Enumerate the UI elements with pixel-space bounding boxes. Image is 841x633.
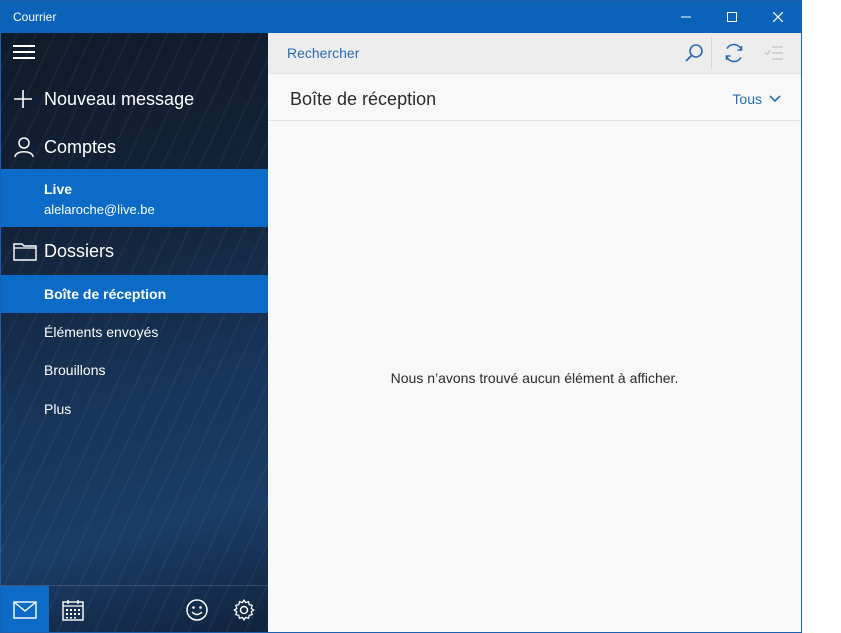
folder-label: Plus <box>44 401 72 417</box>
search-bar: Rechercher <box>268 33 801 74</box>
select-mode-icon <box>764 46 783 60</box>
folder-item-sent[interactable]: Éléments envoyés <box>1 313 268 351</box>
folder-label: Boîte de réception <box>44 286 167 302</box>
settings-button[interactable] <box>220 586 268 632</box>
maximize-button[interactable] <box>709 1 755 33</box>
folder-label: Brouillons <box>44 362 106 378</box>
sync-icon <box>725 43 743 63</box>
app-title: Courrier <box>13 10 57 24</box>
new-message-button[interactable]: Nouveau message <box>1 79 268 119</box>
smiley-icon <box>186 599 208 621</box>
mail-icon <box>13 601 37 619</box>
folder-item-inbox[interactable]: Boîte de réception <box>1 275 268 313</box>
accounts-button[interactable]: Comptes <box>1 127 268 167</box>
folders-button[interactable]: Dossiers <box>1 231 268 271</box>
search-icon <box>685 44 703 62</box>
accounts-label: Comptes <box>44 136 117 157</box>
minimize-icon <box>681 16 691 18</box>
empty-state-message: Nous n’avons trouvé aucun élément à affi… <box>390 370 679 386</box>
folders-label: Dossiers <box>44 240 115 261</box>
maximize-icon <box>727 12 737 22</box>
select-mode-button[interactable] <box>754 33 794 73</box>
search-input[interactable]: Rechercher <box>287 45 359 61</box>
person-icon <box>13 136 35 158</box>
hamburger-menu-icon[interactable] <box>13 45 35 61</box>
folder-item-drafts[interactable]: Brouillons <box>1 351 268 389</box>
account-name: Live <box>44 181 73 197</box>
new-message-label: Nouveau message <box>44 88 195 109</box>
folder-header: Boîte de réception Tous <box>268 74 801 121</box>
sync-button[interactable] <box>714 33 754 73</box>
title-bar: Courrier <box>1 1 801 33</box>
sidebar: Nouveau message Comptes Live alelaroche@… <box>1 33 268 632</box>
close-button[interactable] <box>755 1 801 33</box>
plus-icon <box>13 89 33 109</box>
mail-window: Courrier Nouveau message Comptes Live al… <box>0 0 802 633</box>
folder-title: Boîte de réception <box>290 89 437 109</box>
folder-item-more[interactable]: Plus <box>1 390 268 428</box>
toolbar-separator <box>711 37 712 69</box>
close-icon <box>773 12 783 22</box>
main-pane: Rechercher Boîte de réception Tous Nous … <box>268 33 801 632</box>
folder-icon <box>13 241 37 261</box>
feedback-button[interactable] <box>173 586 221 632</box>
minimize-button[interactable] <box>663 1 709 33</box>
calendar-button[interactable] <box>49 586 97 632</box>
account-email: alelaroche@live.be <box>44 202 155 217</box>
search-button[interactable] <box>674 33 714 73</box>
filter-dropdown[interactable]: Tous <box>732 91 781 107</box>
account-item-live[interactable]: Live alelaroche@live.be <box>1 169 268 227</box>
calendar-icon <box>62 600 84 621</box>
filter-label: Tous <box>732 91 762 107</box>
mail-button[interactable] <box>1 586 49 632</box>
chevron-down-icon <box>769 95 781 103</box>
folder-label: Éléments envoyés <box>44 324 159 340</box>
gear-icon <box>233 599 255 621</box>
app-switcher-bar <box>1 585 268 632</box>
